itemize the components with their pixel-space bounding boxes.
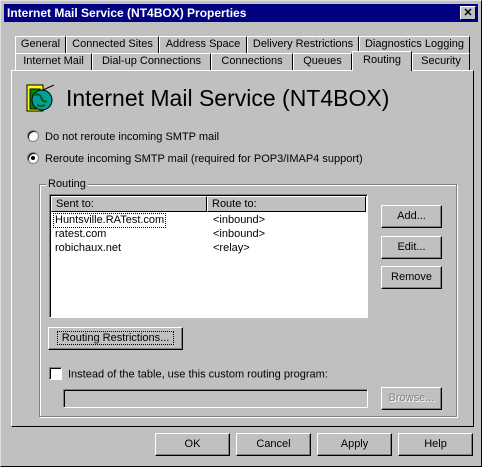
routing-group-label: Routing bbox=[46, 178, 88, 190]
custom-routing-program-input[interactable] bbox=[63, 389, 368, 408]
table-cell-sent-to: Huntsville.RATest.com bbox=[53, 213, 167, 228]
tab-internet-mail[interactable]: Internet Mail bbox=[15, 53, 92, 70]
column-header-sent-to[interactable]: Sent to: bbox=[51, 196, 207, 212]
table-cell-route-to: <inbound> bbox=[213, 228, 265, 240]
table-cell-sent-to: robichaux.net bbox=[55, 242, 122, 254]
tab-queues[interactable]: Queues bbox=[293, 53, 352, 70]
tab-delivery-restrictions[interactable]: Delivery Restrictions bbox=[247, 36, 359, 53]
apply-button[interactable]: Apply bbox=[317, 433, 392, 456]
tab-connections[interactable]: Connections bbox=[211, 53, 293, 70]
tab-dial-up-connections[interactable]: Dial-up Connections bbox=[92, 53, 211, 70]
radio-do-not-reroute-label: Do not reroute incoming SMTP mail bbox=[45, 131, 220, 143]
remove-button[interactable]: Remove bbox=[381, 266, 442, 289]
edit-button[interactable]: Edit... bbox=[381, 236, 442, 259]
tab-security[interactable]: Security bbox=[412, 53, 470, 70]
properties-dialog: Internet Mail Service (NT4BOX) Propertie… bbox=[0, 0, 482, 467]
ok-button[interactable]: OK bbox=[155, 433, 230, 456]
custom-routing-checkbox[interactable]: Instead of the table, use this custom ro… bbox=[49, 367, 328, 381]
routing-table[interactable]: Sent to: Route to: Huntsville.RATest.com… bbox=[49, 194, 368, 318]
custom-routing-checkbox-box[interactable] bbox=[49, 367, 62, 380]
page-title: Internet Mail Service (NT4BOX) bbox=[66, 85, 390, 111]
radio-reroute-button[interactable] bbox=[27, 152, 39, 165]
routing-restrictions-button[interactable]: Routing Restrictions... bbox=[48, 327, 183, 350]
table-cell-sent-to: ratest.com bbox=[55, 228, 107, 240]
custom-routing-checkbox-label: Instead of the table, use this custom ro… bbox=[68, 368, 328, 381]
browse-button[interactable]: Browse... bbox=[381, 387, 442, 410]
radio-do-not-reroute[interactable]: Do not reroute incoming SMTP mail bbox=[27, 130, 220, 143]
add-button[interactable]: Add... bbox=[381, 205, 442, 228]
column-header-route-to[interactable]: Route to: bbox=[207, 196, 366, 212]
tab-address-space[interactable]: Address Space bbox=[159, 36, 247, 53]
radio-do-not-reroute-button[interactable] bbox=[27, 130, 39, 143]
tab-routing[interactable]: Routing bbox=[352, 51, 412, 71]
help-button[interactable]: Help bbox=[398, 433, 473, 456]
routing-restrictions-label: Routing Restrictions... bbox=[56, 331, 175, 345]
table-cell-route-to: <inbound> bbox=[213, 214, 265, 226]
radio-reroute-label: Reroute incoming SMTP mail (required for… bbox=[45, 153, 363, 165]
tab-general[interactable]: General bbox=[15, 36, 66, 53]
tab-connected-sites[interactable]: Connected Sites bbox=[66, 36, 159, 53]
radio-reroute[interactable]: Reroute incoming SMTP mail (required for… bbox=[27, 152, 363, 165]
window-title: Internet Mail Service (NT4BOX) Propertie… bbox=[7, 6, 247, 20]
title-bar[interactable]: Internet Mail Service (NT4BOX) Propertie… bbox=[4, 4, 478, 22]
cancel-button[interactable]: Cancel bbox=[236, 433, 311, 456]
close-icon[interactable]: ✕ bbox=[460, 6, 476, 20]
table-cell-route-to: <relay> bbox=[213, 242, 250, 254]
mail-service-icon bbox=[21, 81, 57, 120]
